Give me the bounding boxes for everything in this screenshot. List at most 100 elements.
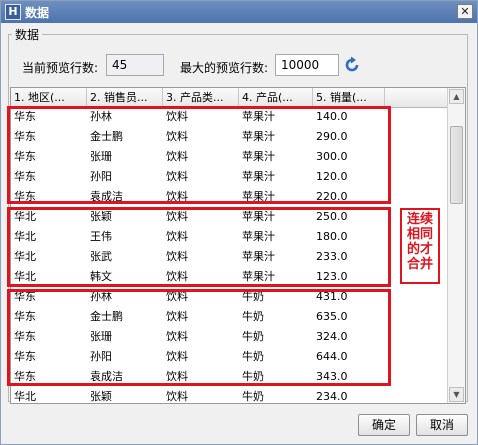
- table-row[interactable]: 华东 袁成洁 饮料 牛奶 343.0: [11, 367, 449, 387]
- table-cell: 苹果汁: [242, 230, 275, 243]
- table-cell: 华东: [14, 190, 36, 203]
- table-row[interactable]: 华北 王伟 饮料 苹果汁 180.0: [11, 227, 449, 247]
- table-cell: 孙林: [90, 110, 112, 123]
- table-cell: 华北: [14, 230, 36, 243]
- table-row[interactable]: 华东 孙阳 饮料 牛奶 644.0: [11, 347, 449, 367]
- table-cell: 孙阳: [90, 170, 112, 183]
- table-row[interactable]: 华东 金士鹏 饮料 牛奶 635.0: [11, 307, 449, 327]
- data-table: 1. 地区(... 2. 销售员... 3. 产品类... 4. 产品(... 5. 销…: [10, 87, 466, 404]
- max-rows-label: 最大的预览行数:: [180, 61, 269, 75]
- table-cell: 苹果汁: [242, 130, 275, 143]
- table-row[interactable]: 华东 孙林 饮料 牛奶 431.0: [11, 287, 449, 307]
- table-row[interactable]: 华东 金士鹏 饮料 苹果汁 290.0: [11, 127, 449, 147]
- table-cell: 苹果汁: [242, 150, 275, 163]
- table-row[interactable]: 华东 孙林 饮料 苹果汁 140.0: [11, 107, 449, 127]
- scrollbar-thumb[interactable]: [450, 126, 463, 204]
- table-cell: 华东: [14, 350, 36, 363]
- table-row[interactable]: 华东 孙阳 饮料 苹果汁 120.0: [11, 167, 449, 187]
- scroll-up-icon[interactable]: ▲: [449, 89, 464, 104]
- refresh-icon[interactable]: [343, 56, 361, 74]
- table-cell: 290.0: [316, 130, 348, 143]
- table-cell: 金士鹏: [90, 130, 123, 143]
- table-cell: 300.0: [316, 150, 348, 163]
- table-cell: 华东: [14, 330, 36, 343]
- table-row[interactable]: 华北 张武 饮料 苹果汁 233.0: [11, 247, 449, 267]
- title-bar[interactable]: H 数据 ✕: [1, 1, 477, 23]
- current-rows-label: 当前预览行数:: [22, 61, 99, 75]
- header-cell-5[interactable]: 5. 销量(...: [313, 88, 385, 107]
- table-cell: 王伟: [90, 230, 112, 243]
- table-cell: 牛奶: [242, 390, 264, 403]
- header-cell-3[interactable]: 3. 产品类...: [163, 88, 239, 107]
- table-cell: 饮料: [166, 130, 188, 143]
- table-cell: 华东: [14, 290, 36, 303]
- table-header: 1. 地区(... 2. 销售员... 3. 产品类... 4. 产品(... 5. 销…: [11, 88, 449, 108]
- header-cell-4[interactable]: 4. 产品(...: [239, 88, 313, 107]
- table-cell: 饮料: [166, 350, 188, 363]
- table-cell: 250.0: [316, 210, 348, 223]
- table-cell: 袁成洁: [90, 370, 123, 383]
- table-cell: 金士鹏: [90, 310, 123, 323]
- header-cell-2[interactable]: 2. 销售员...: [87, 88, 163, 107]
- table-cell: 饮料: [166, 310, 188, 323]
- table-cell: 饮料: [166, 210, 188, 223]
- table-cell: 华东: [14, 310, 36, 323]
- table-cell: 233.0: [316, 250, 348, 263]
- table-cell: 苹果汁: [242, 210, 275, 223]
- table-cell: 华北: [14, 270, 36, 283]
- table-cell: 韩文: [90, 270, 112, 283]
- table-cell: 张颖: [90, 210, 112, 223]
- cancel-button[interactable]: 取消: [416, 414, 468, 436]
- scroll-down-icon[interactable]: ▼: [449, 387, 464, 402]
- table-cell: 635.0: [316, 310, 348, 323]
- ok-button[interactable]: 确定: [358, 414, 410, 436]
- table-cell: 张珊: [90, 150, 112, 163]
- table-cell: 华东: [14, 370, 36, 383]
- table-cell: 饮料: [166, 170, 188, 183]
- table-cell: 苹果汁: [242, 170, 275, 183]
- table-row[interactable]: 华北 张颖 饮料 苹果汁 250.0: [11, 207, 449, 227]
- table-cell: 孙阳: [90, 350, 112, 363]
- table-row[interactable]: 华东 张珊 饮料 牛奶 324.0: [11, 327, 449, 347]
- table-cell: 华北: [14, 210, 36, 223]
- table-row[interactable]: 华东 张珊 饮料 苹果汁 300.0: [11, 147, 449, 167]
- max-rows-input[interactable]: 10000: [275, 54, 339, 76]
- annotation-note: 连续相同的才合并: [400, 208, 440, 284]
- header-cell-1[interactable]: 1. 地区(...: [11, 88, 87, 107]
- table-cell: 华东: [14, 110, 36, 123]
- table-cell: 饮料: [166, 250, 188, 263]
- table-cell: 644.0: [316, 350, 348, 363]
- table-cell: 牛奶: [242, 350, 264, 363]
- group-label: 数据: [12, 26, 43, 43]
- table-cell: 华北: [14, 390, 36, 403]
- close-icon[interactable]: ✕: [457, 4, 473, 19]
- table-cell: 饮料: [166, 150, 188, 163]
- table-cell: 120.0: [316, 170, 348, 183]
- table-cell: 123.0: [316, 270, 348, 283]
- table-cell: 饮料: [166, 270, 188, 283]
- table-cell: 234.0: [316, 390, 348, 403]
- table-cell: 苹果汁: [242, 250, 275, 263]
- table-cell: 饮料: [166, 230, 188, 243]
- table-cell: 140.0: [316, 110, 348, 123]
- table-cell: 饮料: [166, 110, 188, 123]
- table-cell: 饮料: [166, 390, 188, 403]
- vertical-scrollbar[interactable]: ▲ ▼: [447, 88, 465, 403]
- table-cell: 华东: [14, 130, 36, 143]
- table-row[interactable]: 华东 袁成洁 饮料 苹果汁 220.0: [11, 187, 449, 207]
- table-cell: 饮料: [166, 190, 188, 203]
- table-cell: 饮料: [166, 330, 188, 343]
- table-cell: 牛奶: [242, 310, 264, 323]
- table-cell: 华东: [14, 150, 36, 163]
- table-cell: 牛奶: [242, 370, 264, 383]
- table-cell: 220.0: [316, 190, 348, 203]
- table-row[interactable]: 华北 张颖 饮料 牛奶 234.0: [11, 387, 449, 403]
- table-cell: 苹果汁: [242, 190, 275, 203]
- table-cell: 180.0: [316, 230, 348, 243]
- table-cell: 华北: [14, 250, 36, 263]
- table-cell: 343.0: [316, 370, 348, 383]
- table-cell: 华东: [14, 170, 36, 183]
- app-icon: H: [5, 4, 21, 20]
- table-row[interactable]: 华北 韩文 饮料 苹果汁 123.0: [11, 267, 449, 287]
- table-cell: 张颖: [90, 390, 112, 403]
